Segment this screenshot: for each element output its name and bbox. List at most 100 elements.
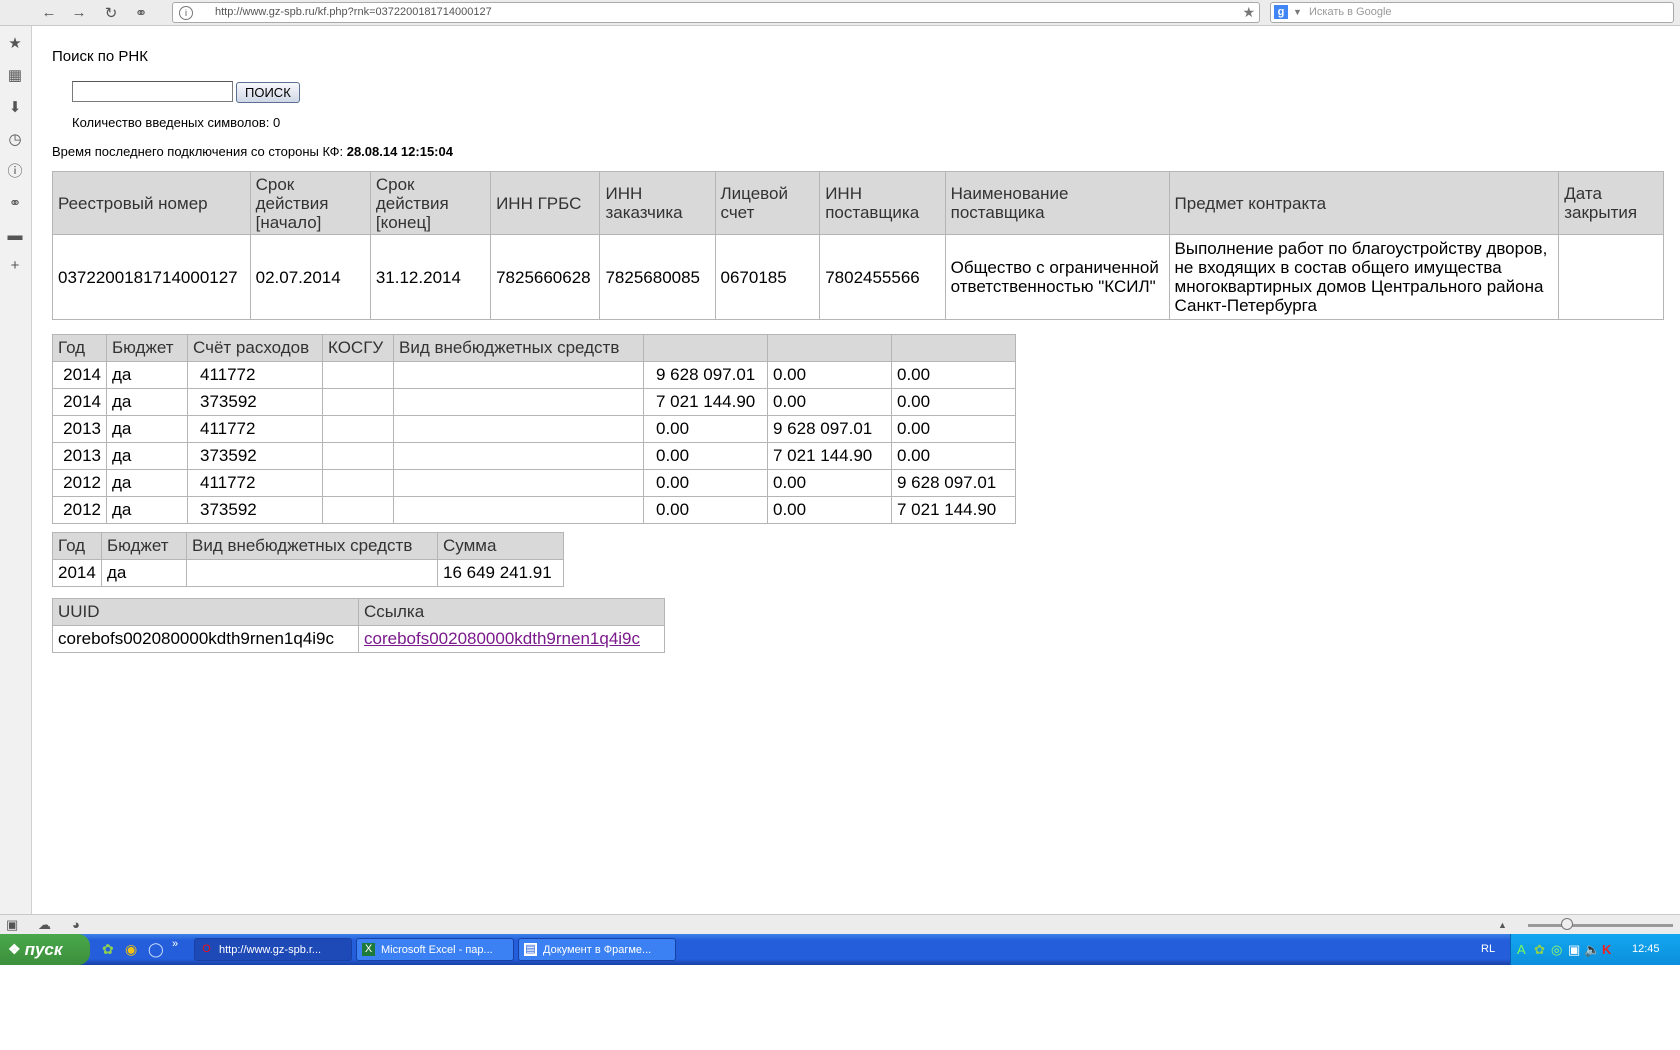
- taskbar: ❖ пуск ✿ ◉ ◯ » O http://www.gz-spb.r... …: [0, 934, 1680, 965]
- site-info-icon[interactable]: i: [179, 6, 193, 20]
- link-cell: corebofs002080000kdth9rnen1q4i9c: [358, 625, 665, 653]
- table-cell: 2012: [52, 496, 107, 524]
- display-icon[interactable]: ▣: [1568, 942, 1580, 958]
- chevron-up-icon[interactable]: ▲: [1498, 920, 1507, 930]
- task-document[interactable]: ▤ Документ в Фрагме...: [518, 938, 676, 961]
- column-header: [643, 334, 768, 362]
- table-cell: 2014: [52, 361, 107, 389]
- volume-icon[interactable]: 🔈: [1584, 942, 1600, 958]
- column-header: ИНН поставщика: [819, 171, 946, 235]
- table-cell: 2014: [52, 559, 102, 587]
- back-arrow-icon[interactable]: ←: [38, 3, 60, 22]
- table-cell: [322, 415, 394, 443]
- column-header: ИНН ГРБС: [490, 171, 601, 235]
- add-panel-icon[interactable]: +: [5, 256, 25, 276]
- kaspersky-icon[interactable]: K: [1602, 942, 1611, 957]
- clock[interactable]: 12:45: [1632, 943, 1660, 955]
- clover-tray-icon[interactable]: ✿: [1534, 942, 1545, 958]
- google-icon[interactable]: g: [1274, 5, 1288, 19]
- table-cell: 0.00: [891, 415, 1016, 443]
- column-header: Лицевой счет: [714, 171, 821, 235]
- table-cell: [1558, 234, 1664, 320]
- opera-icon: O: [202, 943, 211, 955]
- char-count-label: Количество введеных символов: 0: [72, 115, 281, 130]
- antivirus-icon[interactable]: A: [1517, 942, 1526, 957]
- rnk-search-input[interactable]: [72, 81, 233, 102]
- zoom-slider-thumb[interactable]: [1561, 918, 1573, 930]
- task-opera[interactable]: O http://www.gz-spb.r...: [194, 938, 352, 961]
- table-cell: 0.00: [767, 388, 892, 416]
- table-cell: 0.00: [767, 469, 892, 497]
- table-cell: [322, 361, 394, 389]
- table-cell: 373592: [187, 496, 323, 524]
- cloud-icon[interactable]: ☁: [38, 917, 51, 933]
- column-header: Сумма: [437, 532, 564, 560]
- table-cell: 31.12.2014: [369, 234, 492, 320]
- table-cell: [322, 496, 394, 524]
- table-cell: Общество с ограниченной ответственностью…: [944, 234, 1170, 320]
- language-indicator[interactable]: RL: [1481, 943, 1495, 955]
- table-cell: 373592: [187, 388, 323, 416]
- clover-icon[interactable]: ✿: [102, 941, 114, 958]
- column-header: Бюджет: [106, 334, 188, 362]
- start-button[interactable]: ❖ пуск: [0, 934, 90, 965]
- chevron-down-icon[interactable]: ▼: [1293, 3, 1302, 22]
- column-header: Счёт расходов: [187, 334, 323, 362]
- table-cell: да: [106, 442, 188, 470]
- column-header: Ссылка: [358, 598, 665, 626]
- table-cell: 7825660628: [490, 234, 601, 320]
- contract-table: Реестровый номер Срок действия [начало] …: [52, 171, 1664, 320]
- table-cell: [322, 469, 394, 497]
- task-excel[interactable]: X Microsoft Excel - пар...: [356, 938, 514, 961]
- panel-icon[interactable]: ▬: [5, 226, 25, 246]
- notes-icon[interactable]: ▦: [5, 66, 25, 86]
- search-placeholder: Искать в Google: [1309, 6, 1392, 18]
- table-row: 0372200181714000127 02.07.2014 31.12.201…: [52, 234, 1664, 320]
- reload-icon[interactable]: ↻: [100, 3, 122, 22]
- chevron-double-right-icon[interactable]: »: [172, 938, 178, 950]
- table-cell: 0.00: [643, 442, 768, 470]
- last-connection-value: 28.08.14 12:15:04: [346, 144, 453, 159]
- star-icon[interactable]: ★: [5, 34, 25, 54]
- table-cell: 7802455566: [819, 234, 946, 320]
- table-cell: [322, 442, 394, 470]
- key-icon[interactable]: ⚭: [130, 3, 152, 22]
- table-cell: 373592: [187, 442, 323, 470]
- chrome-icon[interactable]: ◉: [125, 941, 137, 958]
- table-cell: 0.00: [767, 496, 892, 524]
- address-url[interactable]: http://www.gz-spb.ru/kf.php?rnk=03722001…: [215, 3, 492, 22]
- column-header: Вид внебюджетных средств: [393, 334, 644, 362]
- search-button[interactable]: ПОИСК: [236, 82, 300, 103]
- info-icon[interactable]: ⓘ: [5, 162, 25, 182]
- bookmark-star-icon[interactable]: ★: [1242, 3, 1255, 22]
- table-cell: 0.00: [643, 415, 768, 443]
- history-clock-icon[interactable]: ◷: [5, 130, 25, 150]
- link-icon[interactable]: ⚭: [5, 194, 25, 214]
- speed-dial-icon[interactable]: ◕: [72, 917, 80, 932]
- network-icon[interactable]: ◎: [1551, 942, 1562, 958]
- column-header: Срок действия [конец]: [369, 171, 492, 235]
- panel-toggle-icon[interactable]: ▣: [6, 917, 18, 933]
- downloads-icon[interactable]: ⬇: [5, 98, 25, 118]
- column-header: Дата закрытия: [1558, 171, 1664, 235]
- table-cell: 0.00: [643, 469, 768, 497]
- table-cell: 02.07.2014: [249, 234, 371, 320]
- google-search-box[interactable]: g ▼ Искать в Google: [1270, 2, 1674, 23]
- table-cell: 2013: [52, 415, 107, 443]
- browser-toolbar: ← → ↻ ⚭ i http://www.gz-spb.ru/kf.php?rn…: [0, 0, 1680, 26]
- column-header: Бюджет: [101, 532, 187, 560]
- uuid-link[interactable]: corebofs002080000kdth9rnen1q4i9c: [364, 629, 640, 648]
- ie-icon[interactable]: ◯: [148, 941, 164, 958]
- table-cell: 7 021 144.90: [891, 496, 1016, 524]
- forward-arrow-icon[interactable]: →: [68, 3, 90, 22]
- table-cell: [393, 361, 644, 389]
- column-header: [891, 334, 1016, 362]
- table-cell: [393, 469, 644, 497]
- column-header: [767, 334, 892, 362]
- table-cell: 0.00: [767, 361, 892, 389]
- table-cell: 411772: [187, 361, 323, 389]
- table-row: corebofs002080000kdth9rnen1q4i9c corebof…: [52, 625, 665, 653]
- address-bar[interactable]: i http://www.gz-spb.ru/kf.php?rnk=037220…: [172, 2, 1260, 23]
- table-cell: 16 649 241.91: [437, 559, 564, 587]
- zoom-slider[interactable]: [1528, 924, 1673, 927]
